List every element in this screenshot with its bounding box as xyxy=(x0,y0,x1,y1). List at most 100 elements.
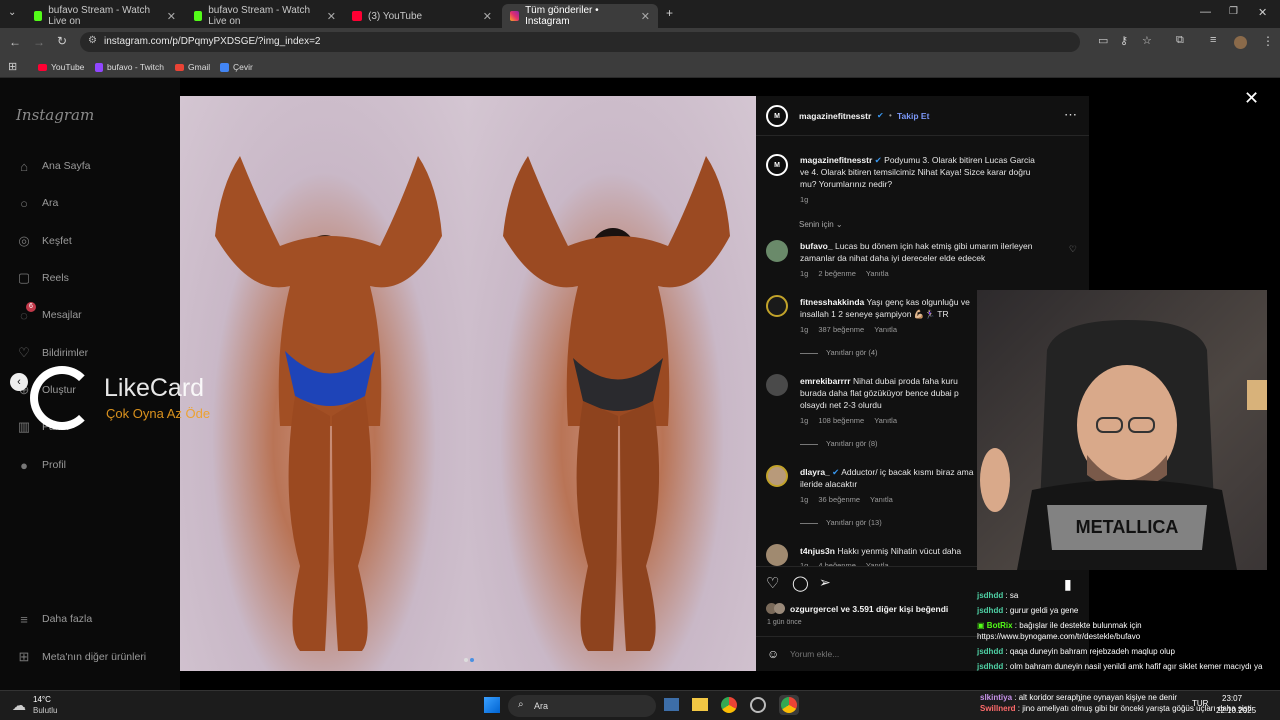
sort-dropdown[interactable]: Senin için ⌄ xyxy=(799,220,843,229)
nav-more[interactable]: ≡ Daha fazla xyxy=(16,611,92,627)
taskbar-search[interactable]: ⌕ Ara xyxy=(508,695,656,717)
site-info-icon[interactable]: ⚙ xyxy=(88,35,97,46)
reply-button[interactable]: Yanıtla xyxy=(874,325,897,334)
nav-home[interactable]: ⌂ Ana Sayfa xyxy=(16,158,90,174)
forward-icon[interactable]: → xyxy=(33,35,45,49)
apps-grid-icon[interactable]: ⊞ xyxy=(8,60,17,73)
nav-explore[interactable]: ◎ Keşfet xyxy=(16,233,71,249)
nav-label: Bildirimler xyxy=(42,347,89,359)
nav-profile[interactable]: ● Profil xyxy=(16,457,66,473)
like-heart-icon[interactable]: ♡ xyxy=(766,574,779,592)
cloud-weather-icon[interactable]: ☁ xyxy=(12,697,26,714)
tab-search-icon[interactable]: ⌄ xyxy=(8,7,16,18)
comment-avatar[interactable] xyxy=(766,295,788,317)
close-icon[interactable]: ✕ xyxy=(327,10,336,23)
comment-likes[interactable]: 108 beğenme xyxy=(818,416,864,425)
emoji-icon[interactable]: ☺ xyxy=(767,647,779,661)
caption-username[interactable]: magazinefitnesstr xyxy=(800,155,872,165)
reply-button[interactable]: Yanıtla xyxy=(874,416,897,425)
comment-likes[interactable]: 36 beğenme xyxy=(818,495,860,504)
back-icon[interactable]: ← xyxy=(9,35,21,49)
chat-text: sa xyxy=(1009,591,1019,600)
tab-4-active[interactable]: Tüm gönderiler • Instagram ✕ xyxy=(502,4,658,28)
extensions-icon[interactable]: ⧉ xyxy=(1176,34,1184,47)
comment-avatar[interactable] xyxy=(766,374,788,396)
instagram-logo[interactable]: Instagram xyxy=(16,106,94,124)
chrome-active-bg[interactable] xyxy=(779,695,799,715)
chat-username: jsdhdd xyxy=(977,606,1004,615)
comment-likes[interactable]: 2 beğenme xyxy=(818,269,856,278)
comment-username[interactable]: t4njus3n xyxy=(800,546,835,556)
reply-button[interactable]: Yanıtla xyxy=(866,269,889,278)
nav-notifications[interactable]: ♡ Bildirimler xyxy=(16,345,88,361)
liked-by-username[interactable]: ozgurgercel xyxy=(790,604,838,614)
comment-avatar[interactable] xyxy=(766,465,788,487)
chat-text: gurur geldi ya gene xyxy=(1009,606,1079,615)
author-username[interactable]: magazinefitnesstr xyxy=(799,111,871,121)
url-field[interactable]: ⚙ instagram.com/p/DPqmyPXDSGE/?img_index… xyxy=(80,32,1080,52)
likes-summary[interactable]: ozgurgercel ve 3.591 diğer kişi beğendi xyxy=(790,604,948,614)
bookmark-twitch[interactable]: bufavo - Twitch xyxy=(95,62,164,72)
youtube-icon xyxy=(38,63,47,71)
tab-1[interactable]: bufavo Stream - Watch Live on ✕ xyxy=(26,4,184,28)
menu-dots-icon[interactable]: ⋮ xyxy=(1262,34,1274,48)
author-avatar[interactable]: M xyxy=(766,105,788,127)
comment-avatar[interactable] xyxy=(766,240,788,262)
caption-avatar[interactable]: M xyxy=(766,154,788,176)
nav-messages[interactable]: ◌ 6 Mesajlar xyxy=(16,302,82,323)
close-icon[interactable]: ✕ xyxy=(641,10,650,23)
comment-bubble-icon[interactable]: ◯ xyxy=(792,574,809,592)
tab-title: bufavo Stream - Watch Live on xyxy=(48,5,151,27)
reload-icon[interactable]: ↻ xyxy=(57,34,67,48)
comment-username[interactable]: bufavo_ xyxy=(800,241,833,251)
more-options-icon[interactable]: ⋯ xyxy=(1064,107,1077,123)
hamburger-icon: ≡ xyxy=(20,611,28,627)
profile-avatar-icon[interactable] xyxy=(1234,36,1247,49)
minimize-icon[interactable]: — xyxy=(1200,6,1211,18)
steam-icon[interactable] xyxy=(750,697,766,713)
comment-input[interactable] xyxy=(790,646,990,662)
chrome-icon[interactable] xyxy=(721,697,737,713)
nav-reels[interactable]: ▢ Reels xyxy=(16,270,69,286)
comment-time: 1g xyxy=(800,269,809,278)
windows-start-icon[interactable] xyxy=(484,697,500,713)
post-image[interactable] xyxy=(180,96,756,671)
view-replies[interactable]: Yanıtları gör (13) xyxy=(800,518,882,527)
close-icon[interactable]: ✕ xyxy=(167,10,176,23)
close-modal-icon[interactable]: ✕ xyxy=(1244,88,1259,109)
verified-badge-icon: ✔ xyxy=(832,467,840,477)
tab-3[interactable]: (3) YouTube ✕ xyxy=(344,4,500,28)
media-controls-icon[interactable]: ≡ xyxy=(1210,34,1216,46)
comment-username[interactable]: fitnesshakkinda xyxy=(800,297,864,307)
bookmark-gmail[interactable]: Gmail xyxy=(175,62,210,72)
bookmark-youtube[interactable]: YouTube xyxy=(38,62,84,72)
follow-button[interactable]: Takip Et xyxy=(897,111,929,121)
comment-username[interactable]: emrekibarrrr xyxy=(800,376,851,386)
comment-username[interactable]: dlayra_ xyxy=(800,467,830,477)
like-comment-heart-icon[interactable]: ♡ xyxy=(1069,244,1077,255)
view-replies[interactable]: Yanıtları gör (4) xyxy=(800,348,878,357)
comment-avatar[interactable] xyxy=(766,544,788,566)
bookmark-star-icon[interactable]: ☆ xyxy=(1142,34,1152,47)
close-window-icon[interactable]: ✕ xyxy=(1258,6,1267,19)
nav-meta[interactable]: ⊞ Meta'nın diğer ürünleri xyxy=(16,649,147,665)
cast-icon[interactable]: ▭ xyxy=(1098,34,1108,47)
nav-search[interactable]: ○ Ara xyxy=(16,195,58,211)
folder-icon[interactable] xyxy=(692,698,708,711)
view-replies[interactable]: Yanıtları gör (8) xyxy=(800,439,878,448)
chat-text: qaqa duneyin bahram rejebzadeh maqlup ol… xyxy=(1009,647,1175,656)
password-key-icon[interactable]: ⚷ xyxy=(1120,34,1128,47)
previous-image-icon[interactable]: ‹ xyxy=(10,373,28,391)
bookmark-label: Çevir xyxy=(233,62,253,72)
restore-icon[interactable]: ❐ xyxy=(1229,6,1238,17)
share-send-icon[interactable]: ➢ xyxy=(819,574,831,591)
new-tab-icon[interactable]: + xyxy=(666,6,673,20)
post-header: M magazinefitnesstr ✔ • Takip Et ⋯ xyxy=(756,96,1089,136)
close-icon[interactable]: ✕ xyxy=(483,10,492,23)
bookmark-translate[interactable]: Çevir xyxy=(220,62,253,72)
comment-likes[interactable]: 387 beğenme xyxy=(818,325,864,334)
reply-button[interactable]: Yanıtla xyxy=(870,495,893,504)
weather-temp[interactable]: 14°C xyxy=(33,695,51,704)
tab-2[interactable]: bufavo Stream - Watch Live on ✕ xyxy=(186,4,344,28)
file-explorer-icon[interactable] xyxy=(664,698,679,711)
